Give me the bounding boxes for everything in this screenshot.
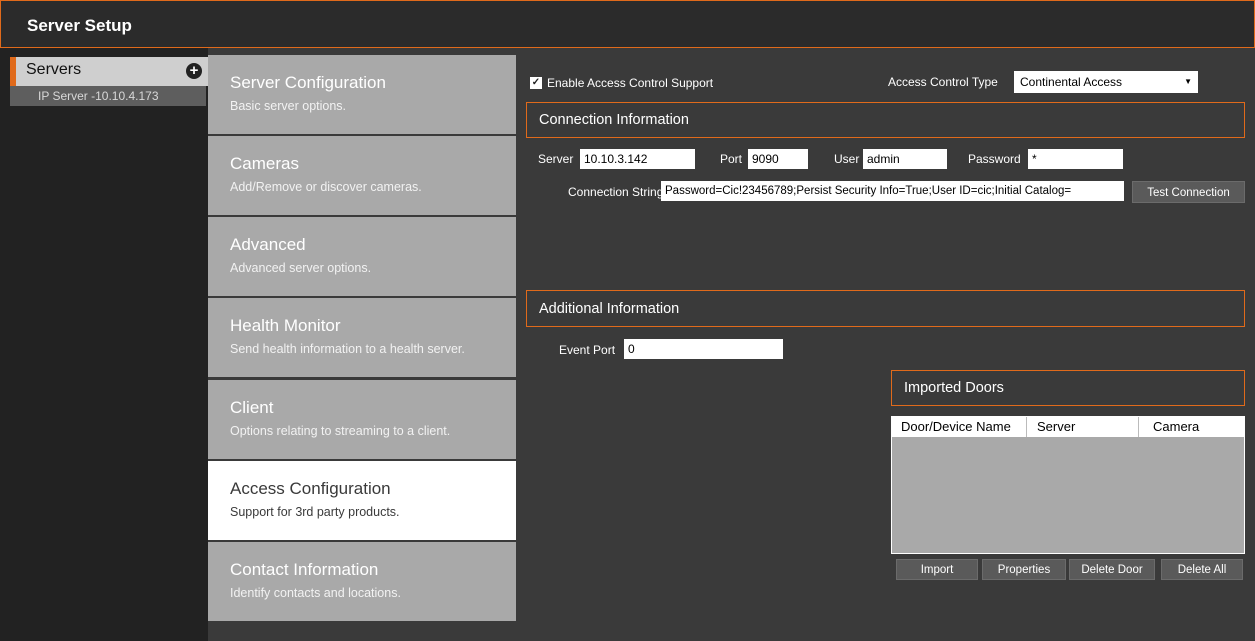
nav-item-title: Client [230,398,274,417]
title-bar: Server Setup [0,0,1255,48]
servers-header-label: Servers [26,61,82,78]
enable-access-control-checkbox[interactable]: ✓ [530,77,542,89]
plus-circle-icon[interactable]: + [186,63,202,79]
nav-item-title: Cameras [230,154,299,173]
event-port-input[interactable]: 0 [624,339,783,359]
nav-item-subtitle: Identify contacts and locations. [230,586,401,600]
test-connection-button[interactable]: Test Connection [1132,181,1245,203]
import-button[interactable]: Import [896,559,978,580]
properties-button[interactable]: Properties [982,559,1066,580]
password-label: Password [968,152,1021,166]
port-input[interactable]: 9090 [748,149,808,169]
additional-info-title: Additional Information [539,301,680,317]
port-label: Port [720,152,743,166]
nav-item-contact-information[interactable]: Contact Information Identify contacts an… [208,542,516,622]
access-control-type-select[interactable]: Continental Access ▼ [1014,71,1198,93]
nav-item-subtitle: Support for 3rd party products. [230,505,400,519]
nav-item-title: Server Configuration [230,73,386,92]
server-input[interactable]: 10.10.3.142 [580,149,695,169]
imported-doors-title: Imported Doors [904,380,1004,396]
column-header-camera[interactable]: Camera [1153,419,1199,434]
table-header: Door/Device Name Server Camera [892,417,1244,437]
user-input[interactable]: admin [863,149,947,169]
access-configuration-panel: ✓ Enable Access Control Support Access C… [516,48,1255,641]
imported-doors-section: Imported Doors [891,370,1245,406]
nav-item-subtitle: Basic server options. [230,99,347,113]
connection-string-input[interactable]: Password=Cic!23456789;Persist Security I… [661,181,1124,201]
nav-item-access-configuration[interactable]: Access Configuration Support for 3rd par… [208,461,516,541]
servers-panel: Servers + IP Server -10.10.4.173 [0,48,208,641]
imported-doors-table[interactable]: Door/Device Name Server Camera [891,416,1245,554]
nav-item-subtitle: Add/Remove or discover cameras. [230,180,422,194]
column-header-door[interactable]: Door/Device Name [901,419,1011,434]
nav-item-client[interactable]: Client Options relating to streaming to … [208,380,516,460]
column-divider [1138,417,1139,437]
servers-header[interactable]: Servers + [10,57,208,86]
column-header-server[interactable]: Server [1037,419,1075,434]
access-control-type-label: Access Control Type [888,75,998,89]
nav-item-subtitle: Send health information to a health serv… [230,342,465,356]
nav-item-subtitle: Options relating to streaming to a clien… [230,424,451,438]
connection-info-title: Connection Information [539,112,689,128]
nav-item-title: Health Monitor [230,316,341,335]
connection-string-label: Connection String [568,185,664,199]
server-list-item[interactable]: IP Server -10.10.4.173 [10,86,206,106]
password-input[interactable]: * [1028,149,1123,169]
nav-item-health-monitor[interactable]: Health Monitor Send health information t… [208,298,516,378]
additional-info-section: Additional Information [526,290,1245,327]
nav-item-title: Contact Information [230,560,379,579]
enable-access-control-label: Enable Access Control Support [547,76,714,90]
access-control-type-value: Continental Access [1020,75,1123,89]
nav-item-title: Access Configuration [230,479,391,498]
nav-item-advanced[interactable]: Advanced Advanced server options. [208,217,516,297]
column-divider [1026,417,1027,437]
user-label: User [834,152,860,166]
nav-item-title: Advanced [230,235,306,254]
connection-info-section: Connection Information [526,102,1245,138]
server-label: Server [538,152,574,166]
window-title: Server Setup [27,16,132,35]
nav-item-subtitle: Advanced server options. [230,261,372,275]
event-port-label: Event Port [559,343,616,357]
delete-all-button[interactable]: Delete All [1161,559,1243,580]
nav-item-cameras[interactable]: Cameras Add/Remove or discover cameras. [208,136,516,216]
settings-nav: Server Configuration Basic server option… [208,48,516,641]
dropdown-arrow-icon: ▼ [1184,77,1192,86]
nav-item-server-configuration[interactable]: Server Configuration Basic server option… [208,55,516,135]
delete-door-button[interactable]: Delete Door [1069,559,1155,580]
